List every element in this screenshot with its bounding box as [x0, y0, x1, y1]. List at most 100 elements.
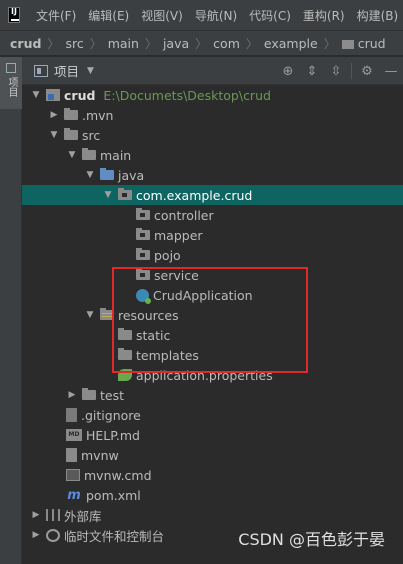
breadcrumb-example[interactable]: example: [264, 36, 318, 51]
module-folder-icon: [46, 89, 60, 101]
package-icon: [136, 268, 150, 280]
breadcrumb-separator: 〉: [144, 36, 157, 51]
project-panel-header: 项目 ▼ ⊕ ⇕ ⇳ ⚙ —: [22, 57, 403, 85]
tree-item-pom-xml[interactable]: m pom.xml: [22, 485, 403, 505]
tree-item-com-example-crud[interactable]: ▼ com.example.crud: [22, 185, 403, 205]
collapse-all-icon[interactable]: ⇳: [324, 57, 348, 85]
breadcrumb-separator: 〉: [323, 36, 336, 51]
chevron-right-icon[interactable]: ▶: [30, 510, 42, 520]
project-icon: [6, 63, 16, 73]
breadcrumb-separator: 〉: [89, 36, 102, 51]
tree-item-label: pojo: [154, 247, 181, 263]
resources-folder-icon: [100, 308, 114, 320]
chevron-right-icon[interactable]: ▶: [48, 110, 60, 120]
source-folder-icon: [100, 168, 114, 180]
chevron-down-icon[interactable]: ▼: [48, 130, 60, 140]
toolbar-divider: [351, 63, 352, 79]
chevron-down-icon[interactable]: ▼: [102, 190, 114, 200]
project-tree: ▼ crud E:\Documets\Desktop\crud ▶ .mvn ▼…: [22, 85, 403, 564]
tree-item-src[interactable]: ▼ src: [22, 125, 403, 145]
breadcrumb-separator: 〉: [47, 36, 60, 51]
menu-file[interactable]: 文件(F): [30, 7, 82, 24]
chevron-down-icon[interactable]: ▼: [30, 90, 42, 100]
tree-item-crud[interactable]: ▼ crud E:\Documets\Desktop\crud: [22, 85, 403, 105]
tree-item-static[interactable]: static: [22, 325, 403, 345]
tree-item-main[interactable]: ▼ main: [22, 145, 403, 165]
tree-item-gitignore[interactable]: .gitignore: [22, 405, 403, 425]
breadcrumb-crud[interactable]: crud: [10, 36, 41, 51]
breadcrumb: crud 〉 src 〉 main 〉 java 〉 com 〉 example…: [0, 30, 403, 56]
tree-item-mapper[interactable]: mapper: [22, 225, 403, 245]
tree-item-java[interactable]: ▼ java: [22, 165, 403, 185]
tree-item-label: crud: [64, 87, 96, 103]
tree-item-mvn[interactable]: ▶ .mvn: [22, 105, 403, 125]
chevron-down-icon[interactable]: ▼: [87, 66, 94, 76]
tree-item-controller[interactable]: controller: [22, 205, 403, 225]
tree-item-label: CrudApplication: [153, 287, 253, 303]
breadcrumb-crud-package[interactable]: crud: [358, 36, 386, 51]
breadcrumb-com[interactable]: com: [213, 36, 240, 51]
folder-icon: [118, 348, 132, 360]
watermark: CSDN @百色彭于晏: [238, 530, 385, 549]
tree-item-label: mapper: [154, 227, 203, 243]
libraries-icon: [46, 509, 60, 521]
project-tool-tab[interactable]: 项目: [0, 57, 22, 109]
tree-item-external-libraries[interactable]: ▶ 外部库: [22, 505, 403, 525]
menu-navigate[interactable]: 导航(N): [189, 7, 243, 24]
package-icon: [136, 228, 150, 240]
minimize-icon[interactable]: —: [379, 57, 403, 85]
tree-item-application-properties[interactable]: application.properties: [22, 365, 403, 385]
left-tool-strip: 项目: [0, 57, 22, 564]
locate-icon[interactable]: ⊕: [276, 57, 300, 85]
tree-item-label: main: [100, 147, 132, 163]
tree-item-templates[interactable]: templates: [22, 345, 403, 365]
scratches-icon: [46, 528, 60, 542]
menu-build[interactable]: 构建(B): [351, 7, 403, 24]
tree-item-label: 临时文件和控制台: [64, 528, 165, 544]
folder-icon: [341, 39, 354, 49]
file-icon: [66, 448, 77, 462]
menu-refactor[interactable]: 重构(R): [297, 7, 351, 24]
breadcrumb-java[interactable]: java: [163, 36, 189, 51]
package-icon: [118, 188, 132, 200]
menu-code[interactable]: 代码(C): [243, 7, 297, 24]
breadcrumb-main[interactable]: main: [108, 36, 139, 51]
gitignore-icon: [66, 408, 77, 422]
tree-item-mvnw[interactable]: mvnw: [22, 445, 403, 465]
expand-all-icon[interactable]: ⇕: [300, 57, 324, 85]
tree-item-label: static: [136, 327, 171, 343]
tree-item-test[interactable]: ▶ test: [22, 385, 403, 405]
intellij-logo-icon[interactable]: IJ: [8, 7, 20, 23]
chevron-right-icon[interactable]: ▶: [30, 530, 42, 540]
tree-item-label: controller: [154, 207, 214, 223]
tree-item-label: HELP.md: [86, 427, 140, 443]
tree-item-label: service: [154, 267, 199, 283]
chevron-right-icon[interactable]: ▶: [66, 390, 78, 400]
cmd-icon: [66, 469, 80, 481]
gear-icon[interactable]: ⚙: [355, 57, 379, 85]
menu-edit[interactable]: 编辑(E): [82, 7, 135, 24]
tree-item-label: templates: [136, 347, 199, 363]
project-panel-title[interactable]: 项目: [54, 61, 79, 80]
folder-icon: [118, 328, 132, 340]
folder-icon: [64, 108, 78, 120]
tree-item-resources[interactable]: ▼ resources: [22, 305, 403, 325]
tree-item-pojo[interactable]: pojo: [22, 245, 403, 265]
package-icon: [136, 248, 150, 260]
tree-item-mvnw-cmd[interactable]: mvnw.cmd: [22, 465, 403, 485]
tree-item-help-md[interactable]: MD HELP.md: [22, 425, 403, 445]
tree-item-service[interactable]: service: [22, 265, 403, 285]
folder-icon: [82, 388, 96, 400]
menu-view[interactable]: 视图(V): [135, 7, 189, 24]
breadcrumb-separator: 〉: [195, 36, 208, 51]
menu-bar: IJ 文件(F) 编辑(E) 视图(V) 导航(N) 代码(C) 重构(R) 构…: [0, 0, 403, 30]
chevron-down-icon[interactable]: ▼: [66, 150, 78, 160]
tree-item-label: resources: [118, 307, 179, 323]
tree-item-crud-application[interactable]: CrudApplication: [22, 285, 403, 305]
chevron-down-icon[interactable]: ▼: [84, 310, 96, 320]
breadcrumb-separator: 〉: [245, 36, 258, 51]
maven-icon: m: [67, 487, 81, 503]
breadcrumb-src[interactable]: src: [65, 36, 83, 51]
chevron-down-icon[interactable]: ▼: [84, 170, 96, 180]
tree-item-label: pom.xml: [86, 487, 141, 503]
